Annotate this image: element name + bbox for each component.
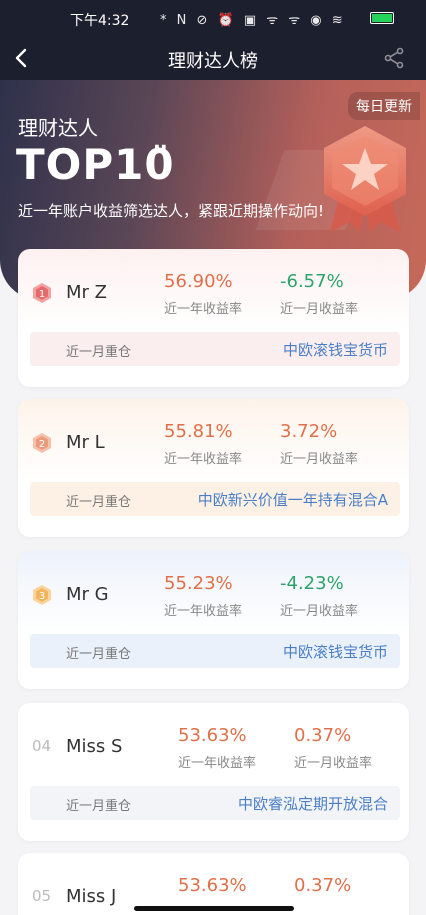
holding-row: 近一月重仓 中欧睿泓定期开放混合 <box>30 786 400 820</box>
rank-2-badge-icon: 2 <box>33 433 51 453</box>
hero-top-label: TOP10 <box>16 140 175 189</box>
month-return-value: 3.72% <box>280 421 338 442</box>
quote-mark: " <box>152 138 169 176</box>
year-return-label: 近一年收益率 <box>164 302 243 317</box>
holding-fund-link[interactable]: 中欧滚钱宝货币 <box>283 339 388 360</box>
holding-row: 近一月重仓 中欧滚钱宝货币 <box>30 634 400 668</box>
user-name: Mr L <box>66 432 105 453</box>
svg-text:2: 2 <box>39 439 45 450</box>
year-return-value: 53.63% <box>178 725 247 746</box>
month-return-value: 0.37% <box>294 725 352 746</box>
user-name: Mr G <box>66 584 109 605</box>
battery-icon <box>370 12 394 24</box>
month-return-label: 近一月收益率 <box>280 302 359 317</box>
month-return-label: 近一月收益率 <box>294 756 373 771</box>
year-return-label: 近一年收益率 <box>164 604 243 619</box>
hero-description: 近一年账户收益筛选达人，紧跟近期操作动向! <box>18 202 325 220</box>
holding-row: 近一月重仓 中欧新兴价值一年持有混合A <box>30 482 400 516</box>
hero-subtitle: 理财达人 <box>18 116 98 140</box>
year-return-value: 55.23% <box>164 573 233 594</box>
month-return-label: 近一月收益率 <box>280 452 359 467</box>
rank-number: 05 <box>32 887 52 905</box>
year-return-label: 近一年收益率 <box>178 756 257 771</box>
page-title: 理财达人榜 <box>168 51 258 72</box>
holding-fund-link[interactable]: 中欧睿泓定期开放混合 <box>238 793 388 814</box>
holding-label: 近一月重仓 <box>66 799 132 814</box>
nav-bar: 理财达人榜 <box>0 36 426 80</box>
month-return-value: -4.23% <box>280 573 344 594</box>
ranking-card[interactable]: 2 Mr L 55.81% 近一年收益率 3.72% 近一月收益率 近一月重仓 … <box>18 399 409 537</box>
holding-fund-link[interactable]: 中欧新兴价值一年持有混合A <box>198 489 388 510</box>
user-name: Mr Z <box>66 282 107 303</box>
rank-3-badge-icon: 3 <box>33 585 51 605</box>
status-bar: 下午4:32 * N ⊘ ⏰ ▣ ᯤ ᯤ ◉ ≋ <box>0 0 426 36</box>
holding-row: 近一月重仓 中欧滚钱宝货币 <box>30 332 400 366</box>
month-return-value: -6.57% <box>280 271 344 292</box>
star-medal-icon <box>324 126 406 232</box>
rank-number: 04 <box>32 737 52 755</box>
month-return-label: 近一月收益率 <box>280 604 359 619</box>
year-return-value: 55.81% <box>164 421 233 442</box>
svg-text:3: 3 <box>39 591 45 602</box>
year-return-value: 56.90% <box>164 271 233 292</box>
svg-text:1: 1 <box>39 289 45 300</box>
ranking-card[interactable]: 3 Mr G 55.23% 近一年收益率 -4.23% 近一月收益率 近一月重仓… <box>18 551 409 689</box>
status-time: 下午4:32 <box>70 13 130 29</box>
user-name: Miss S <box>66 736 123 757</box>
holding-fund-link[interactable]: 中欧滚钱宝货币 <box>283 641 388 662</box>
home-indicator[interactable] <box>134 906 294 911</box>
share-icon[interactable] <box>382 46 406 70</box>
month-return-value: 0.37% <box>294 875 352 896</box>
holding-label: 近一月重仓 <box>66 495 132 510</box>
battery-level <box>372 14 392 22</box>
status-icons: * N ⊘ ⏰ ▣ ᯤ ᯤ ◉ ≋ <box>160 13 346 28</box>
year-return-value: 53.63% <box>178 875 247 896</box>
ranking-card[interactable]: 1 Mr Z 56.90% 近一年收益率 -6.57% 近一月收益率 近一月重仓… <box>18 249 409 387</box>
ranking-card[interactable]: 04 Miss S 53.63% 近一年收益率 0.37% 近一月收益率 近一月… <box>18 703 409 841</box>
daily-update-badge: 每日更新 <box>348 92 420 120</box>
rank-1-badge-icon: 1 <box>33 283 51 303</box>
holding-label: 近一月重仓 <box>66 345 132 360</box>
user-name: Miss J <box>66 886 117 907</box>
holding-label: 近一月重仓 <box>66 647 132 662</box>
year-return-label: 近一年收益率 <box>164 452 243 467</box>
